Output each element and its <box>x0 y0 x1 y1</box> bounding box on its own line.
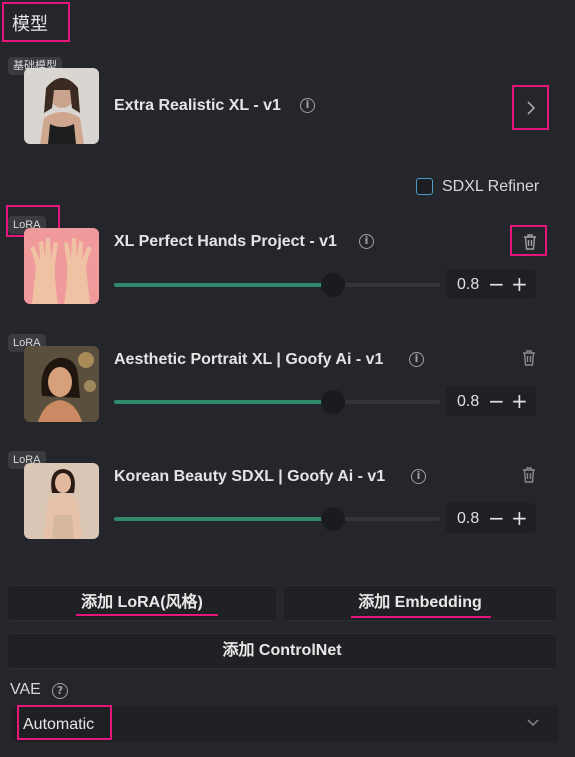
trash-icon <box>524 234 536 250</box>
refiner-checkbox[interactable] <box>416 178 433 195</box>
minus-icon[interactable]: − <box>488 274 505 294</box>
lora-thumbnail[interactable] <box>24 463 99 539</box>
lora-title: XL Perfect Hands Project - v1 <box>114 233 337 250</box>
lora-weight-stepper[interactable]: 0.8 − + <box>446 269 536 299</box>
lora-weight-slider[interactable] <box>114 390 440 414</box>
lora-title: Korean Beauty SDXL | Goofy Ai - v1 <box>114 468 386 485</box>
base-model-title: Extra Realistic XL - v1 <box>114 97 281 114</box>
plus-icon[interactable]: + <box>511 508 528 528</box>
info-icon[interactable]: i <box>409 352 424 367</box>
info-icon[interactable]: i <box>411 469 426 484</box>
plus-icon[interactable]: + <box>511 391 528 411</box>
trash-icon[interactable] <box>521 466 537 484</box>
lora-title: Aesthetic Portrait XL | Goofy Ai - v1 <box>114 351 384 368</box>
lora-weight-stepper[interactable]: 0.8 − + <box>446 503 536 533</box>
lora-weight-slider[interactable] <box>114 273 440 297</box>
trash-icon[interactable] <box>521 349 537 367</box>
base-model-select-button[interactable] <box>512 85 549 130</box>
minus-icon[interactable]: − <box>488 391 505 411</box>
slider-fill <box>114 283 329 287</box>
lora-weight-value[interactable]: 0.8 <box>457 510 479 528</box>
lora-thumbnail[interactable] <box>24 228 99 304</box>
slider-thumb[interactable] <box>321 507 345 531</box>
plus-icon[interactable]: + <box>511 274 528 294</box>
add-lora-underline <box>76 614 218 616</box>
lora-weight-value[interactable]: 0.8 <box>457 393 479 411</box>
refiner-label: SDXL Refiner <box>442 178 540 195</box>
lora-weight-value[interactable]: 0.8 <box>457 276 479 294</box>
lora-weight-slider[interactable] <box>114 507 440 531</box>
base-model-thumbnail[interactable] <box>24 68 99 144</box>
info-icon[interactable]: i <box>300 98 315 113</box>
add-embedding-underline <box>351 616 491 618</box>
info-icon[interactable]: i <box>359 234 374 249</box>
add-controlnet-button[interactable]: 添加 ControlNet <box>6 633 558 669</box>
chevron-down-icon <box>527 719 539 727</box>
help-icon[interactable]: ? <box>52 683 68 699</box>
delete-lora-button[interactable] <box>510 225 547 256</box>
minus-icon[interactable]: − <box>488 508 505 528</box>
lora-weight-stepper[interactable]: 0.8 − + <box>446 386 536 416</box>
slider-fill <box>114 517 329 521</box>
chevron-right-icon <box>527 101 536 115</box>
lora-thumbnail[interactable] <box>24 346 99 422</box>
section-title: 模型 <box>2 2 70 42</box>
slider-fill <box>114 400 329 404</box>
vae-label: VAE <box>10 681 41 698</box>
slider-thumb[interactable] <box>321 273 345 297</box>
slider-thumb[interactable] <box>321 390 345 414</box>
vae-value[interactable]: Automatic <box>23 716 94 734</box>
